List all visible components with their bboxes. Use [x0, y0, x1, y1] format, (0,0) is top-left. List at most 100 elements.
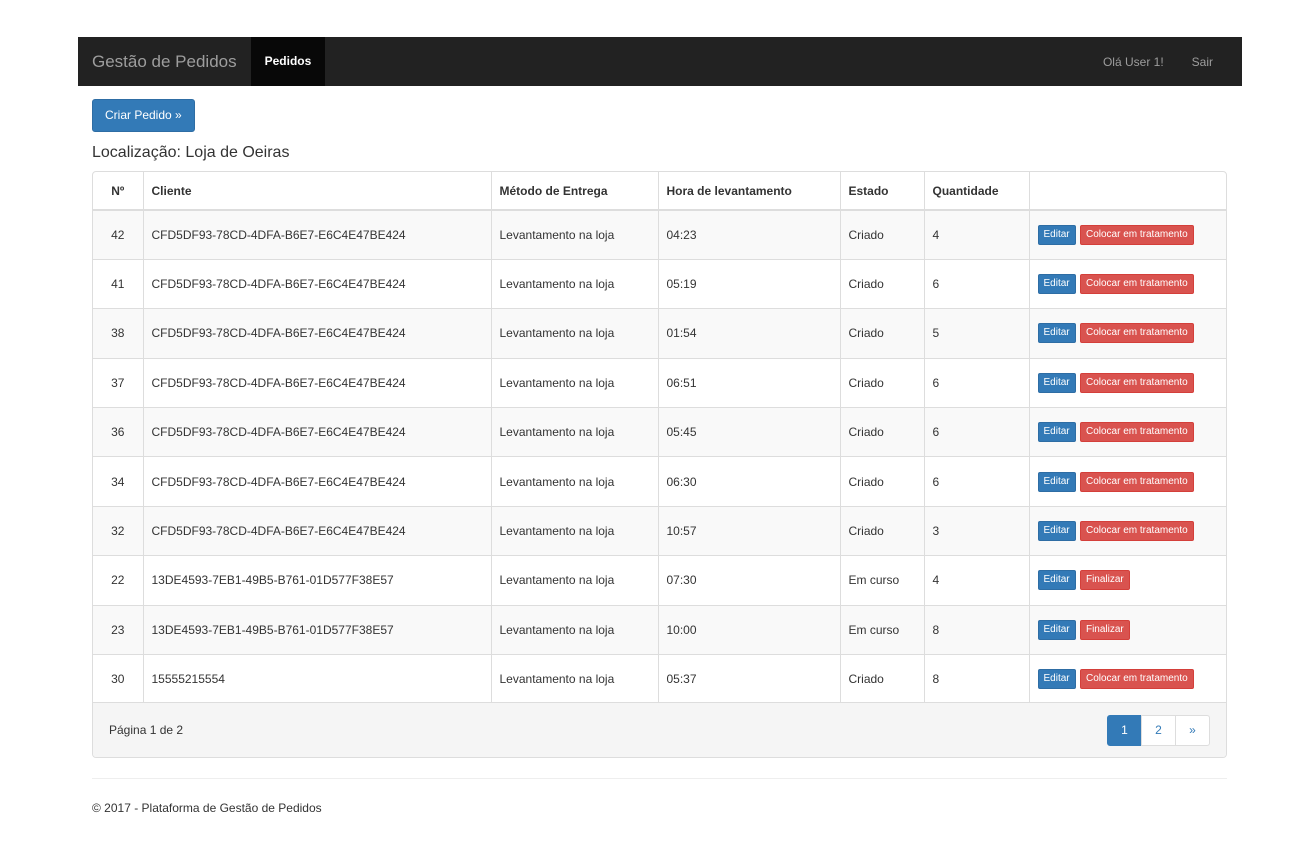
row-number: 41	[93, 258, 144, 309]
location-heading: Localização: Loja de Oeiras	[92, 144, 290, 161]
row-number: 22	[93, 555, 144, 606]
row-quantity: 8	[924, 654, 1030, 704]
row-actions: Editar Colocar em tratamento	[1029, 258, 1226, 309]
create-order-button[interactable]: Criar Pedido »	[92, 99, 195, 132]
pagination: 1 2 »	[1107, 714, 1210, 746]
row-status: Criado	[840, 357, 925, 408]
row-actions: Editar Colocar em tratamento	[1029, 654, 1226, 704]
row-quantity: 4	[924, 555, 1030, 606]
page-info: Página 1 de 2	[109, 723, 184, 737]
row-actions: Editar Colocar em tratamento	[1029, 505, 1226, 556]
row-number: 23	[93, 604, 144, 655]
table-row: 38 CFD5DF93-78CD-4DFA-B6E7-E6C4E47BE424 Le…	[93, 308, 1226, 359]
row-actions: Editar Finalizar	[1029, 604, 1226, 655]
row-actions: Editar Finalizar	[1029, 555, 1226, 606]
row-status: Criado	[840, 505, 925, 556]
row-quantity: 6	[924, 456, 1030, 507]
row-quantity: 6	[924, 258, 1030, 309]
logout-link[interactable]: Sair	[1178, 55, 1242, 69]
start-processing-button[interactable]: Colocar em tratamento	[1079, 323, 1194, 344]
start-processing-button[interactable]: Colocar em tratamento	[1079, 471, 1194, 492]
footer-divider	[92, 778, 1227, 779]
table-header-row: Nº Cliente Método de Entrega Hora de lev…	[93, 172, 1226, 211]
row-client: CFD5DF93-78CD-4DFA-B6E7-E6C4E47BE424	[143, 308, 492, 359]
edit-button[interactable]: Editar	[1037, 422, 1076, 443]
row-pickup-time: 05:45	[658, 407, 841, 457]
row-status: Criado	[840, 210, 925, 260]
brand-link[interactable]: Gestão de Pedidos	[78, 37, 251, 86]
row-delivery-method: Levantamento na loja	[491, 357, 659, 408]
table-row: 42 CFD5DF93-78CD-4DFA-B6E7-E6C4E47BE424 Le…	[93, 210, 1226, 260]
header-status: Estado	[840, 172, 925, 211]
edit-button[interactable]: Editar	[1037, 323, 1076, 344]
row-status: Criado	[840, 456, 925, 507]
row-client: CFD5DF93-78CD-4DFA-B6E7-E6C4E47BE424	[143, 210, 492, 260]
row-client: CFD5DF93-78CD-4DFA-B6E7-E6C4E47BE424	[143, 505, 492, 556]
row-pickup-time: 05:37	[658, 654, 841, 704]
row-number: 36	[93, 407, 144, 457]
row-pickup-time: 05:19	[658, 258, 841, 309]
row-number: 34	[93, 456, 144, 507]
row-quantity: 6	[924, 407, 1030, 457]
row-client: CFD5DF93-78CD-4DFA-B6E7-E6C4E47BE424	[143, 456, 492, 507]
edit-button[interactable]: Editar	[1037, 521, 1076, 542]
row-pickup-time: 10:57	[658, 505, 841, 556]
table-row: 30 15555215554 Levantamento na loja 05:37 Cr…	[93, 654, 1226, 704]
row-delivery-method: Levantamento na loja	[491, 258, 659, 309]
page-2-button[interactable]: 2	[1141, 714, 1176, 746]
edit-button[interactable]: Editar	[1037, 570, 1076, 591]
row-client: 15555215554	[143, 654, 492, 704]
start-processing-button[interactable]: Colocar em tratamento	[1079, 224, 1194, 245]
row-pickup-time: 06:30	[658, 456, 841, 507]
row-number: 38	[93, 308, 144, 359]
next-page-button[interactable]: »	[1175, 714, 1210, 746]
start-processing-button[interactable]: Colocar em tratamento	[1079, 372, 1194, 393]
row-status: Em curso	[840, 555, 925, 606]
row-actions: Editar Colocar em tratamento	[1029, 407, 1226, 457]
edit-button[interactable]: Editar	[1037, 372, 1076, 393]
row-actions: Editar Colocar em tratamento	[1029, 456, 1226, 507]
edit-button[interactable]: Editar	[1037, 224, 1076, 245]
start-processing-button[interactable]: Colocar em tratamento	[1079, 669, 1194, 690]
user-greeting-link[interactable]: Olá User 1!	[1089, 55, 1178, 69]
finalize-button[interactable]: Finalizar	[1079, 570, 1130, 591]
row-delivery-method: Levantamento na loja	[491, 456, 659, 507]
start-processing-button[interactable]: Colocar em tratamento	[1079, 274, 1194, 295]
start-processing-button[interactable]: Colocar em tratamento	[1079, 521, 1194, 542]
header-number: Nº	[93, 172, 144, 211]
edit-button[interactable]: Editar	[1037, 669, 1076, 690]
page-1-button[interactable]: 1	[1107, 714, 1142, 746]
row-client: CFD5DF93-78CD-4DFA-B6E7-E6C4E47BE424	[143, 357, 492, 408]
edit-button[interactable]: Editar	[1037, 471, 1076, 492]
row-status: Criado	[840, 258, 925, 309]
edit-button[interactable]: Editar	[1037, 619, 1076, 640]
row-status: Criado	[840, 308, 925, 359]
row-delivery-method: Levantamento na loja	[491, 555, 659, 606]
row-delivery-method: Levantamento na loja	[491, 308, 659, 359]
row-pickup-time: 07:30	[658, 555, 841, 606]
row-status: Criado	[840, 654, 925, 704]
nav-item-pedidos[interactable]: Pedidos	[250, 37, 326, 86]
row-delivery-method: Levantamento na loja	[491, 505, 659, 556]
header-actions	[1029, 172, 1226, 211]
row-client: 13DE4593-7EB1-49B5-B761-01D577F38E57	[143, 555, 492, 606]
row-quantity: 5	[924, 308, 1030, 359]
row-client: CFD5DF93-78CD-4DFA-B6E7-E6C4E47BE424	[143, 407, 492, 457]
header-client: Cliente	[143, 172, 492, 211]
row-actions: Editar Colocar em tratamento	[1029, 308, 1226, 359]
row-number: 30	[93, 654, 144, 704]
table-row: 37 CFD5DF93-78CD-4DFA-B6E7-E6C4E47BE424 Le…	[93, 357, 1226, 408]
table-row: 32 CFD5DF93-78CD-4DFA-B6E7-E6C4E47BE424 Le…	[93, 505, 1226, 556]
row-client: CFD5DF93-78CD-4DFA-B6E7-E6C4E47BE424	[143, 258, 492, 309]
row-delivery-method: Levantamento na loja	[491, 604, 659, 655]
row-number: 32	[93, 505, 144, 556]
edit-button[interactable]: Editar	[1037, 274, 1076, 295]
start-processing-button[interactable]: Colocar em tratamento	[1079, 422, 1194, 443]
row-quantity: 4	[924, 210, 1030, 260]
table-row: 34 CFD5DF93-78CD-4DFA-B6E7-E6C4E47BE424 Le…	[93, 456, 1226, 507]
row-status: Criado	[840, 407, 925, 457]
nav-right: Olá User 1! Sair	[1089, 37, 1242, 86]
finalize-button[interactable]: Finalizar	[1079, 619, 1130, 640]
table-row: 22 13DE4593-7EB1-49B5-B761-01D577F38E57 Le…	[93, 555, 1226, 606]
page-footer: © 2017 - Plataforma de Gestão de Pedidos	[92, 801, 322, 815]
